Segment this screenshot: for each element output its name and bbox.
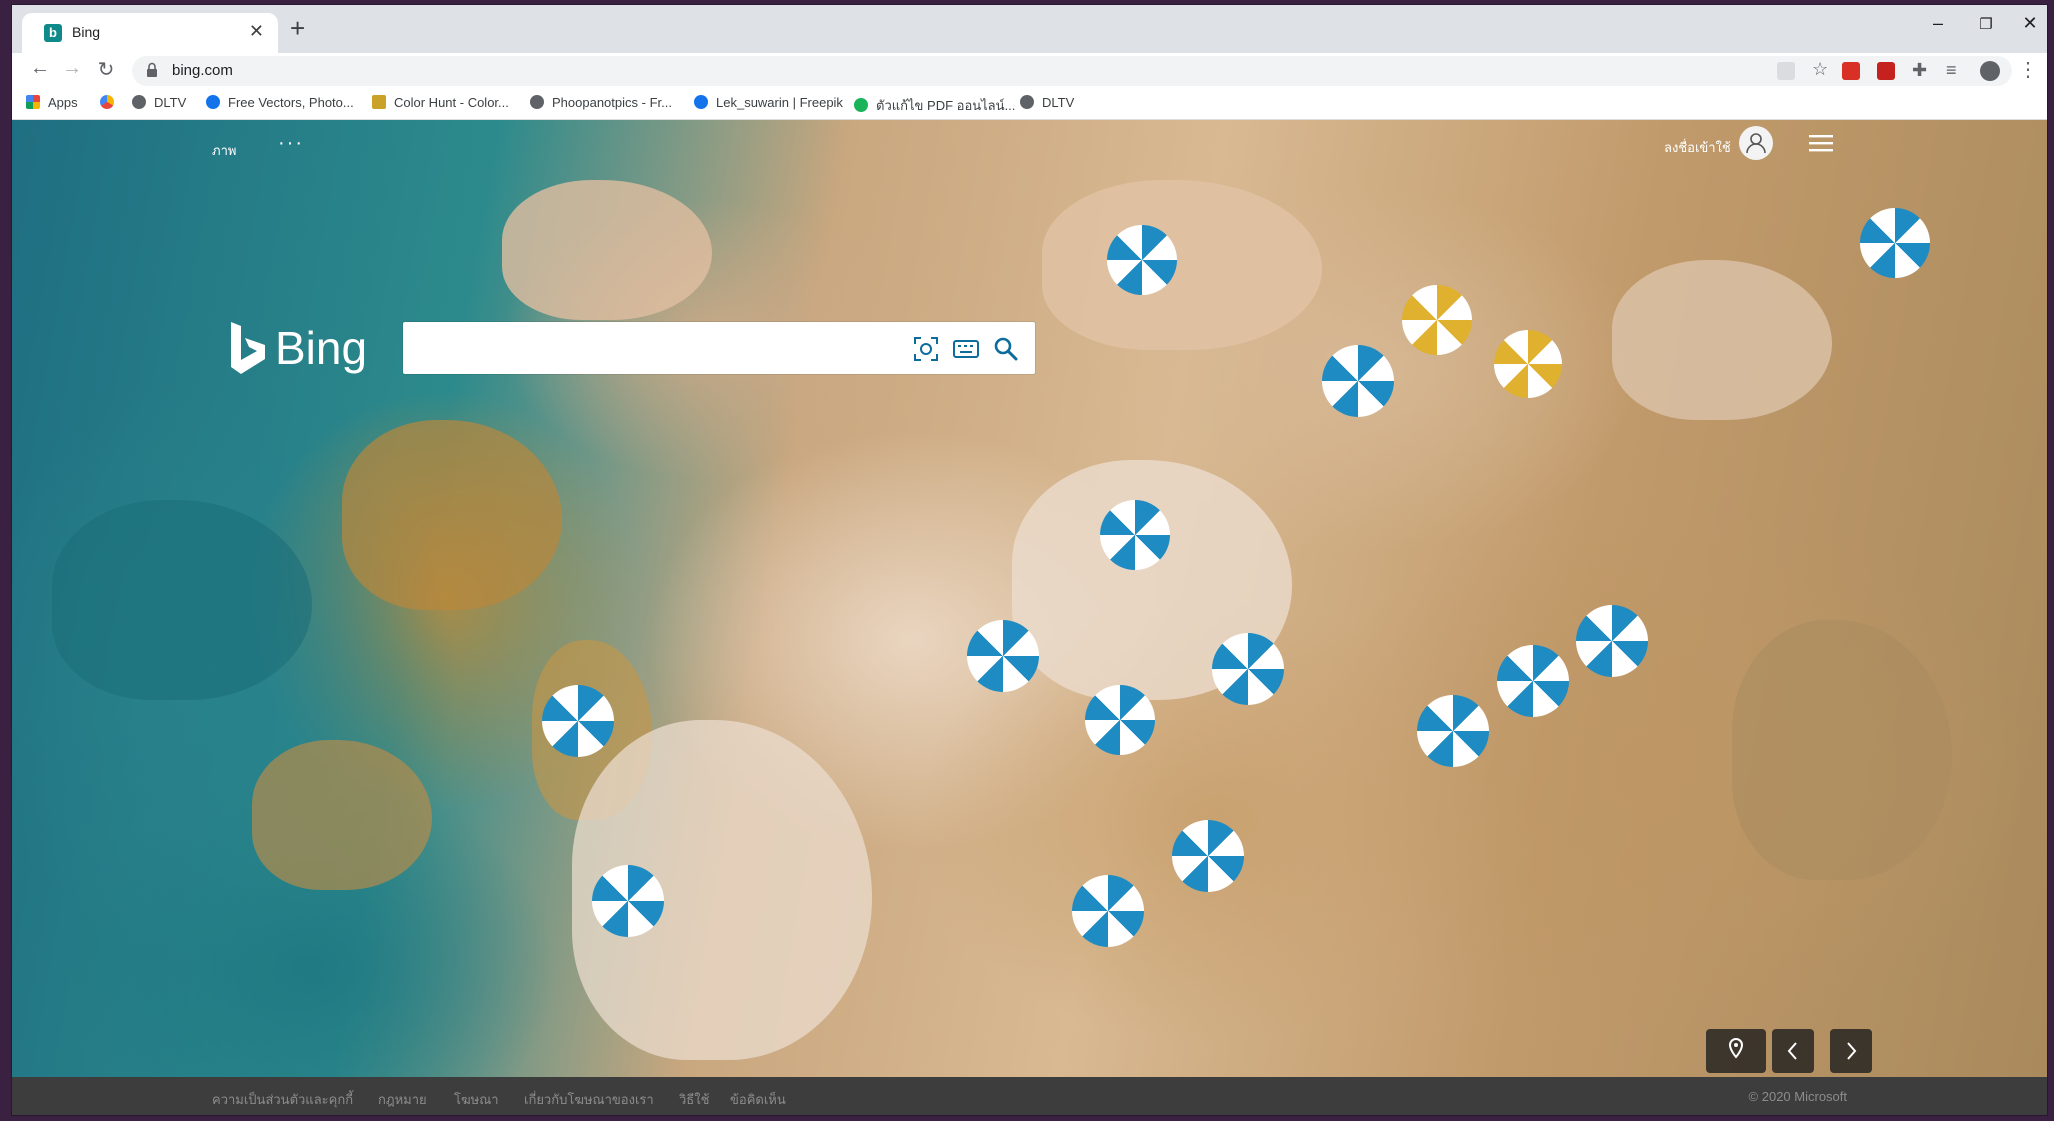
freepik-icon: [694, 95, 708, 109]
signin-link[interactable]: ลงชื่อเข้าใช้: [1664, 137, 1731, 158]
smallpdf-icon: [854, 98, 868, 112]
footer: ความเป็นส่วนตัวและคุกกี้ กฎหมาย โฆษณา เก…: [12, 1077, 2047, 1115]
globe-icon: [530, 95, 544, 109]
bookmark-apps[interactable]: Apps: [26, 95, 78, 110]
tab-strip: b Bing ✕ + – ❐ ✕: [12, 5, 2047, 53]
footer-link-about-ads[interactable]: เกี่ยวกับโฆษณาของเรา: [524, 1089, 654, 1110]
bookmark-dltv-2[interactable]: DLTV: [1020, 95, 1074, 110]
bookmark-color-hunt[interactable]: Color Hunt - Color...: [372, 95, 509, 110]
bing-logo-icon: [231, 322, 265, 374]
bing-logo: Bing: [227, 320, 367, 381]
tab-bing[interactable]: b Bing ✕: [22, 13, 278, 53]
forward-icon[interactable]: →: [58, 57, 86, 80]
reload-icon[interactable]: ↻: [92, 57, 120, 82]
visual-search-icon[interactable]: [913, 336, 939, 362]
bing-logo-text: Bing: [275, 322, 368, 374]
tab-title: Bing: [72, 24, 101, 40]
image-location-button[interactable]: [1706, 1029, 1766, 1073]
bookmark-phoopanotpics[interactable]: Phoopanotpics - Fr...: [530, 95, 672, 110]
window-close-icon[interactable]: ✕: [2010, 13, 2047, 34]
reading-list-icon[interactable]: ≡: [1946, 60, 1964, 80]
url-text: bing.com: [172, 62, 233, 79]
globe-icon: [1020, 95, 1034, 109]
next-image-button[interactable]: [1830, 1029, 1872, 1073]
browser-toolbar: ← → ↻ bing.com ☆ ✚ ≡ ⋮: [12, 53, 2047, 89]
footer-link-privacy[interactable]: ความเป็นส่วนตัวและคุกกี้: [212, 1089, 353, 1110]
search-icon[interactable]: [993, 336, 1019, 362]
bing-homepage: ภาพ ··· ลงชื่อเข้าใช้ Bing ความเป็นส่วนต…: [12, 120, 2047, 1115]
search-input[interactable]: [411, 332, 905, 366]
bookmark-free-vectors[interactable]: Free Vectors, Photo...: [206, 95, 354, 110]
back-icon[interactable]: ←: [26, 57, 54, 80]
location-pin-icon: [1728, 1038, 1744, 1059]
footer-link-legal[interactable]: กฎหมาย: [378, 1089, 427, 1110]
bookmark-pdf-editor[interactable]: ตัวแก้ไข PDF ออนไลน์...: [854, 95, 1015, 116]
bookmarks-bar: Apps DLTV Free Vectors, Photo... Color H…: [12, 89, 2047, 120]
user-avatar-icon[interactable]: [1739, 126, 1773, 160]
profile-icon[interactable]: [1980, 61, 2000, 81]
lock-icon: [147, 62, 157, 77]
hamburger-menu-icon[interactable]: [1807, 130, 1835, 156]
search-box: [403, 322, 1035, 374]
colorful-bookmark-icon: [100, 95, 114, 109]
restore-icon[interactable]: ❐: [1966, 15, 2006, 33]
close-tab-icon[interactable]: ✕: [249, 21, 264, 42]
footer-link-feedback[interactable]: ข้อคิดเห็น: [730, 1089, 786, 1110]
browser-menu-icon[interactable]: ⋮: [2018, 57, 2038, 81]
previous-image-button[interactable]: [1772, 1029, 1814, 1073]
colorhunt-icon: [372, 95, 386, 109]
extension-red-icon[interactable]: [1842, 62, 1860, 80]
bookmark-star-icon[interactable]: ☆: [1812, 59, 1830, 79]
keyboard-icon[interactable]: [953, 336, 979, 362]
copyright-text: © 2020 Microsoft: [1748, 1089, 1847, 1104]
new-tab-button[interactable]: +: [290, 15, 305, 41]
chevron-right-icon: [1847, 1042, 1857, 1060]
footer-link-help[interactable]: วิธีใช้: [679, 1089, 709, 1110]
bookmark-dltv-1[interactable]: DLTV: [132, 95, 186, 110]
globe-icon: [132, 95, 146, 109]
minimize-icon[interactable]: –: [1918, 13, 1958, 34]
bookmark-colorful[interactable]: [100, 95, 122, 110]
chevron-left-icon: [1787, 1042, 1797, 1060]
images-link[interactable]: ภาพ: [212, 140, 236, 161]
footer-link-advertise[interactable]: โฆษณา: [454, 1089, 499, 1110]
more-menu-button[interactable]: ···: [278, 132, 304, 155]
pdf-extension-icon[interactable]: [1877, 62, 1895, 80]
bookmark-lek-suwarin[interactable]: Lek_suwarin | Freepik: [694, 95, 843, 110]
apps-grid-icon: [26, 95, 40, 109]
translate-icon[interactable]: [1777, 62, 1795, 80]
browser-window: b Bing ✕ + – ❐ ✕ ← → ↻ bing.com ☆ ✚ ≡ ⋮: [12, 5, 2047, 1115]
bing-favicon-icon: b: [44, 24, 62, 42]
extensions-puzzle-icon[interactable]: ✚: [1912, 60, 1930, 80]
freepik-icon: [206, 95, 220, 109]
address-bar[interactable]: bing.com ☆: [132, 56, 2012, 86]
